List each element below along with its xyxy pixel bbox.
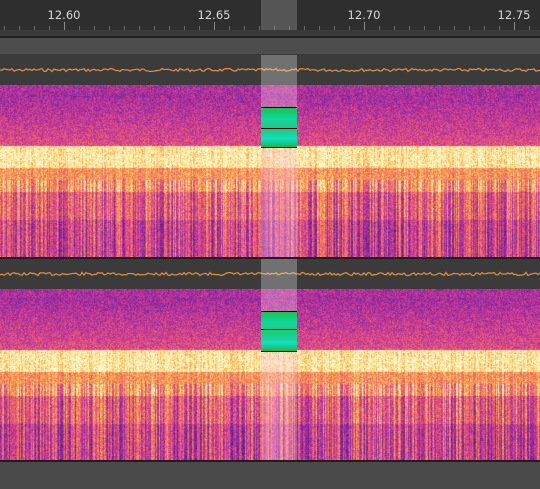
ruler-major-tick [514,22,515,30]
ruler-minor-tick [499,26,500,30]
ruler-minor-tick [454,26,455,30]
ruler-label-1: 12.60 [47,8,81,22]
ruler-minor-tick [199,26,200,30]
waveform-selection-2 [261,259,297,289]
ruler-minor-tick [139,26,140,30]
ruler-minor-tick [154,26,155,30]
ruler-minor-tick [79,26,80,30]
ruler-minor-tick [34,26,35,30]
selection-edge-bottom-1[interactable] [261,147,297,148]
ruler-minor-tick [304,26,305,30]
ruler-label-2: 12.65 [197,8,231,22]
ruler-minor-tick [124,26,125,30]
ruler-minor-tick [469,26,470,30]
frequency-selection-box-2[interactable] [261,311,297,351]
selection-edge-top-1[interactable] [261,107,297,108]
selection-edge-bottom-2[interactable] [261,351,297,352]
selection-center-line-1[interactable] [261,128,297,129]
ruler-minor-tick [259,26,260,30]
ruler-label-4: 12.75 [497,8,531,22]
ruler-selection-highlight[interactable] [261,0,297,30]
ruler-minor-tick [484,26,485,30]
ruler-minor-tick [169,26,170,30]
ruler-minor-tick [319,26,320,30]
ruler-minor-tick [94,26,95,30]
horizontal-scroll-area[interactable] [0,462,540,489]
ruler-minor-tick [424,26,425,30]
ruler-minor-tick [244,26,245,30]
frequency-selection-box-1[interactable] [261,107,297,147]
ruler-minor-tick [529,26,530,30]
ruler-minor-tick [334,26,335,30]
waveform-selection-1 [261,55,297,85]
spectrogram-editor: { "ruler": { "labels": ["12.60", "12.65"… [0,0,540,489]
track-header-gap [0,38,540,54]
ruler-minor-tick [184,26,185,30]
ruler-minor-tick [49,26,50,30]
ruler-minor-tick [379,26,380,30]
ruler-major-tick [64,22,65,30]
time-ruler[interactable]: 12.60 12.65 12.70 12.75 [0,0,540,30]
ruler-major-tick [214,22,215,30]
ruler-minor-tick [439,26,440,30]
selection-edge-top-2[interactable] [261,311,297,312]
selection-center-line-2[interactable] [261,329,297,330]
spectrogram-track-2[interactable] [0,289,540,461]
ruler-label-3: 12.70 [347,8,381,22]
ruler-major-tick [364,22,365,30]
ruler-minor-tick [349,26,350,30]
ruler-minor-tick [19,26,20,30]
ruler-minor-tick [394,26,395,30]
ruler-minor-tick [409,26,410,30]
ruler-minor-tick [229,26,230,30]
spectrogram-track-1[interactable] [0,85,540,257]
ruler-minor-tick [4,26,5,30]
ruler-minor-tick [109,26,110,30]
